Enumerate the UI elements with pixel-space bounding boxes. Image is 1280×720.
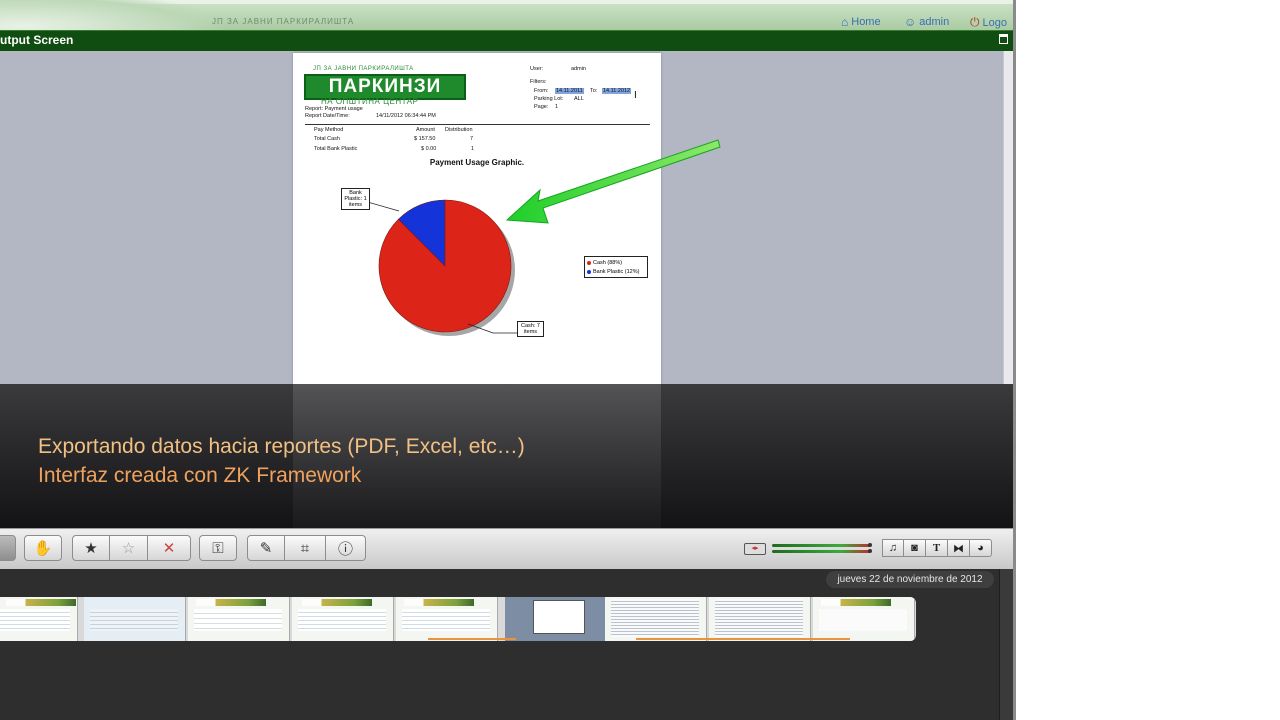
crop-button[interactable]: ⌗ — [285, 535, 326, 561]
legend-label: Cash (88%) — [593, 260, 623, 266]
star-outline-icon: ☆ — [121, 540, 136, 557]
annotation-arrow-icon — [505, 139, 721, 224]
event-date: jueves 22 de noviembre de 2012 — [826, 571, 994, 588]
meter-knob — [868, 543, 872, 547]
photo-button[interactable]: ◙ — [904, 539, 926, 557]
legend-item-cash: Cash (88%) — [587, 260, 622, 266]
clip-thumbnail[interactable] — [813, 597, 915, 641]
window-title-bar: utput Screen — [0, 30, 1013, 52]
legend-swatch — [587, 270, 591, 274]
audio-meter-bottom — [772, 550, 870, 553]
key-icon: ⚿ — [212, 539, 224, 557]
logout-link-label: Logo — [982, 16, 1007, 29]
pie-slice-cash — [378, 199, 512, 333]
audio-waveform-icon[interactable]: ◂▸ — [744, 543, 766, 555]
clip-thumbnail[interactable] — [709, 597, 811, 641]
home-link-label: Home — [851, 16, 881, 28]
info-icon: ⓘ — [337, 540, 353, 558]
transition-icon: ⧓ — [953, 542, 964, 555]
header-logo-swoosh — [0, 0, 230, 30]
globe-icon: ◕ — [977, 542, 984, 554]
clip-thumbnail[interactable] — [84, 597, 186, 641]
hand-button[interactable]: ✋ — [24, 535, 62, 561]
window-title: utput Screen — [0, 33, 74, 47]
reject-button[interactable]: ✕ — [148, 535, 191, 561]
music-button[interactable]: ♫ — [882, 539, 904, 557]
title-button[interactable]: T — [926, 539, 948, 557]
bank-callout: Bank Plastic: 1 items — [341, 188, 370, 210]
map-button[interactable]: ◕ — [970, 539, 992, 557]
hand-icon: ✋ — [33, 540, 53, 557]
crop-icon: ⌗ — [300, 539, 310, 557]
caption-line-1: Exportando datos hacia reportes (PDF, Ex… — [38, 435, 525, 458]
audio-track-bar — [428, 638, 516, 640]
legend-item-bank: Bank Plastic (12%) — [587, 269, 639, 275]
timeline-scrollbar[interactable] — [999, 569, 1013, 720]
web-header: ЈП ЗА ЈАВНИ ПАРКИРАЛИШТА ⌂ Home ☺ admin … — [0, 0, 1013, 30]
cash-callout: Cash: 7 items — [517, 321, 544, 337]
clip-thumbnail[interactable] — [292, 597, 394, 641]
dropper-button[interactable]: ✎ — [247, 535, 285, 561]
meter-knob — [868, 549, 872, 553]
user-link[interactable]: ☺ admin — [904, 15, 949, 29]
event-timeline — [0, 569, 1013, 720]
house-icon: ⌂ — [841, 15, 849, 29]
x-icon: ✕ — [162, 540, 176, 557]
editor-toolbar: ✋ ★ ☆ ✕ ⚿ ✎ ⌗ ⓘ ◂▸ ♫ ◙ T ⧓ ◕ — [0, 528, 1013, 570]
legend-label: Bank Plastic (12%) — [593, 269, 640, 275]
legend-swatch — [587, 261, 591, 265]
caption-line-2: Interfaz creada con ZK Framework — [38, 464, 362, 487]
screen-divider — [1013, 0, 1016, 720]
keyword-button[interactable]: ⚿ — [199, 535, 237, 561]
home-link[interactable]: ⌂ Home — [841, 15, 881, 29]
power-icon: ⏻ — [970, 15, 980, 29]
partial-button[interactable] — [0, 535, 16, 561]
camera-icon: ◙ — [911, 542, 918, 554]
star-icon: ★ — [84, 540, 98, 557]
header-brand-text: ЈП ЗА ЈАВНИ ПАРКИРАЛИШТА — [212, 17, 355, 26]
clip-thumbnail[interactable] — [0, 597, 78, 641]
callout-line: items — [348, 202, 363, 208]
clip-thumbnail[interactable] — [605, 597, 707, 641]
text-icon: T — [932, 542, 941, 554]
logout-link[interactable]: ⏻ Logo — [970, 15, 1007, 30]
transition-button[interactable]: ⧓ — [948, 539, 970, 557]
audio-track-bar — [636, 638, 850, 640]
info-button[interactable]: ⓘ — [326, 535, 366, 561]
clip-thumbnail[interactable] — [188, 597, 290, 641]
app-window: ЈП ЗА ЈАВНИ ПАРКИРАЛИШТА ⌂ Home ☺ admin … — [0, 0, 1013, 720]
unfavorite-button[interactable]: ☆ — [110, 535, 148, 561]
favorite-button[interactable]: ★ — [72, 535, 110, 561]
viewer-scrollbar[interactable] — [1003, 51, 1013, 384]
chart-legend: Cash (88%) Bank Plastic (12%) — [584, 256, 648, 278]
maximize-icon[interactable] — [999, 34, 1008, 44]
clip-strip — [0, 597, 916, 641]
clip-thumbnail-selected[interactable] — [505, 597, 607, 641]
dropper-icon: ✎ — [259, 540, 273, 557]
music-icon: ♫ — [888, 542, 898, 554]
user-link-label: admin — [919, 16, 950, 28]
clip-thumbnail[interactable] — [396, 597, 498, 641]
callout-line: items — [523, 329, 538, 335]
user-icon: ☺ — [904, 15, 917, 29]
audio-meter-top — [772, 544, 870, 547]
